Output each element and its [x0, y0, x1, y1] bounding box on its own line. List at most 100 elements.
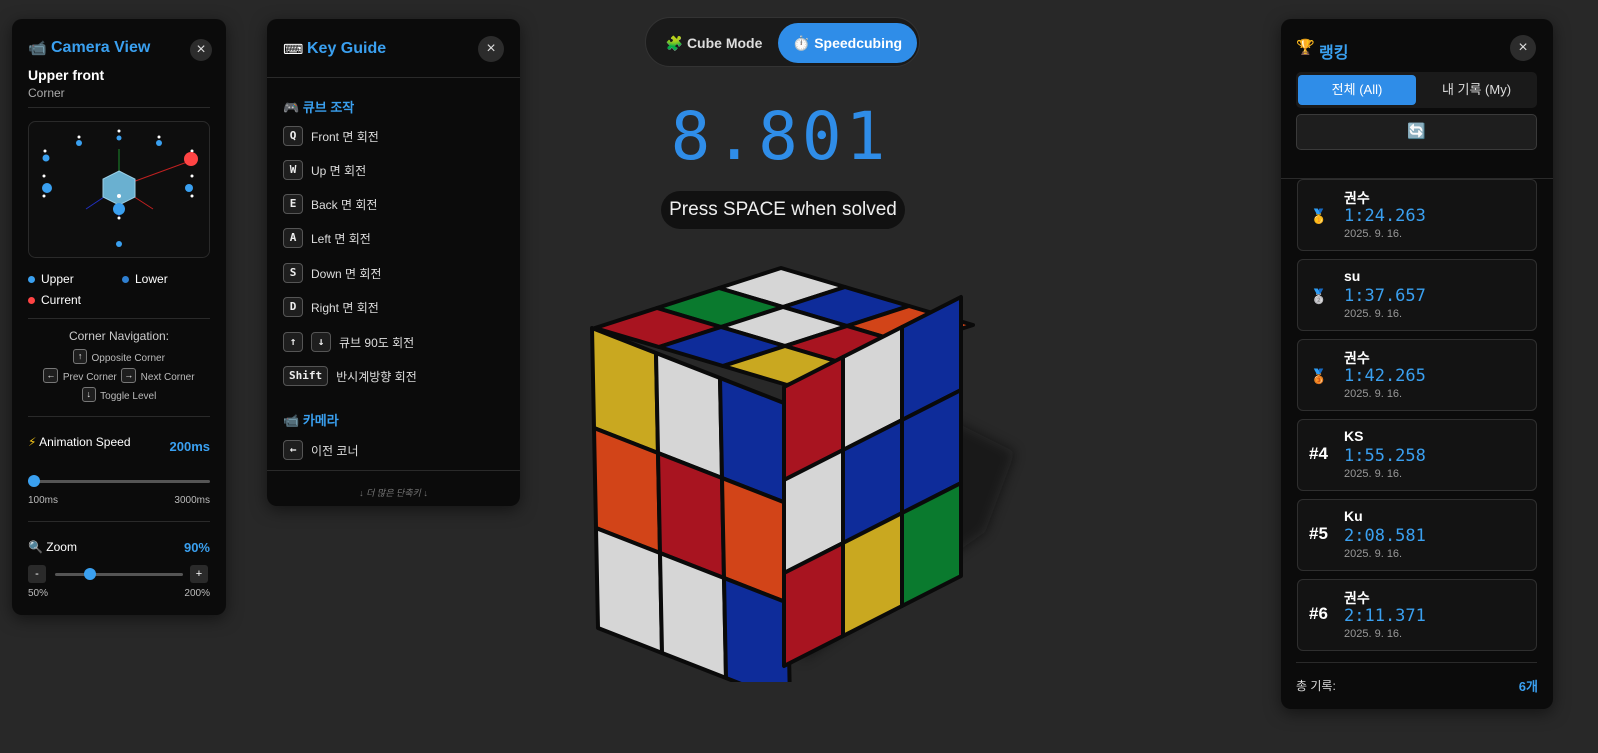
- key-row-rotate[interactable]: ↑ ↓ 큐브 90도 회전: [283, 332, 414, 352]
- rank-name: 권수: [1344, 590, 1370, 606]
- rank-entry[interactable]: 🥇 권수 1:24.263 2025. 9. 16.: [1297, 179, 1537, 251]
- zoom-max: 200%: [184, 588, 210, 599]
- corner-nav-title: Corner Navigation:: [68, 329, 170, 343]
- legend-current: Current: [28, 293, 81, 307]
- view-name: Upper front: [28, 67, 105, 83]
- rank-date: 2025. 9. 16.: [1344, 628, 1403, 640]
- key-label: Front 면 회전: [311, 129, 379, 144]
- zoom-thumb[interactable]: [83, 568, 96, 580]
- more-shortcuts-hint[interactable]: ↓ 더 많은 단축키 ↓: [267, 486, 520, 499]
- rank-date: 2025. 9. 16.: [1344, 228, 1403, 240]
- close-icon[interactable]: ×: [190, 39, 212, 61]
- rank-date: 2025. 9. 16.: [1344, 388, 1403, 400]
- rank-time: 1:55.258: [1344, 446, 1426, 466]
- zoom-min: 50%: [28, 588, 49, 599]
- key-label: Left 면 회전: [311, 231, 371, 246]
- key-label: Up 면 회전: [311, 163, 367, 178]
- rank-name: KS: [1344, 428, 1364, 444]
- rubiks-cube[interactable]: [585, 262, 1035, 682]
- nav-prev-next[interactable]: ← Prev Corner → Next Corner: [12, 367, 226, 385]
- rank-time: 2:11.371: [1344, 606, 1426, 626]
- key-row[interactable]: W Up 면 회전: [283, 160, 366, 180]
- medal-icon: 🥇: [1310, 208, 1328, 224]
- key-row[interactable]: S Down 면 회전: [283, 263, 381, 283]
- key-row[interactable]: Q Front 면 회전: [283, 126, 379, 146]
- key-cap: D: [283, 297, 303, 317]
- nav-toggle[interactable]: ↓ Toggle Level: [12, 386, 226, 404]
- zoom-in-button[interactable]: +: [190, 565, 208, 583]
- rank-number: #4: [1309, 444, 1328, 463]
- camera-section: 📹 카메라: [283, 413, 339, 428]
- zoom-slider[interactable]: [55, 568, 183, 580]
- key-cap: E: [283, 194, 303, 214]
- rank-entry[interactable]: #5 Ku 2:08.581 2025. 9. 16.: [1297, 499, 1537, 571]
- legend-lower: Lower: [122, 272, 168, 286]
- key-guide-panel: ⌨ Key Guide × 🎮 큐브 조작 Q Front 면 회전 W Up 면 회…: [267, 19, 520, 506]
- key-cap: A: [283, 228, 303, 248]
- solve-hint: Press SPACE when solved: [661, 191, 905, 229]
- ranking-title: 랭킹: [1319, 45, 1349, 62]
- rank-time: 2:08.581: [1344, 526, 1426, 546]
- anim-speed-value: 200ms: [169, 439, 210, 454]
- medal-icon: 🥉: [1310, 368, 1328, 384]
- keyboard-icon: ⌨: [283, 41, 304, 57]
- camera-icon: 📹: [283, 413, 300, 428]
- camera-panel-title: Camera View: [51, 39, 151, 56]
- anim-speed-slider[interactable]: [28, 475, 210, 487]
- refresh-button[interactable]: 🔄: [1296, 114, 1537, 150]
- zoom-value: 90%: [183, 540, 210, 555]
- key-cap: W: [283, 160, 303, 180]
- rank-name: Ku: [1344, 508, 1363, 524]
- rank-entry[interactable]: #6 권수 2:11.371 2025. 9. 16.: [1297, 579, 1537, 651]
- gamepad-icon: 🎮: [283, 100, 300, 115]
- rank-name: 권수: [1344, 350, 1370, 366]
- trophy-icon: 🏆: [1296, 39, 1315, 56]
- rank-time: 1:37.657: [1344, 286, 1426, 306]
- total-value: 6개: [1518, 679, 1538, 694]
- zoom-label: 🔍 Zoom: [28, 540, 77, 554]
- anim-max: 3000ms: [174, 495, 210, 506]
- speedcubing-button[interactable]: ⏱️ Speedcubing: [778, 23, 917, 63]
- key-cap: Q: [283, 126, 303, 146]
- rank-date: 2025. 9. 16.: [1344, 308, 1403, 320]
- cube-mode-button[interactable]: 🧩 Cube Mode: [652, 23, 776, 63]
- rank-date: 2025. 9. 16.: [1344, 548, 1403, 560]
- key-row[interactable]: E Back 면 회전: [283, 194, 377, 214]
- timer-display: 8.801: [670, 98, 890, 175]
- key-row[interactable]: D Right 면 회전: [283, 297, 379, 317]
- rank-date: 2025. 9. 16.: [1344, 468, 1403, 480]
- tab-all[interactable]: 전체 (All): [1298, 75, 1416, 105]
- key-row-camera-prev[interactable]: ← 이전 코너: [283, 440, 359, 460]
- rank-time: 1:24.263: [1344, 206, 1426, 226]
- medal-icon: 🥈: [1310, 288, 1328, 304]
- close-icon[interactable]: ×: [478, 36, 504, 62]
- camera-diagram[interactable]: [28, 121, 210, 258]
- rank-entry[interactable]: #4 KS 1:55.258 2025. 9. 16.: [1297, 419, 1537, 491]
- refresh-icon: 🔄: [1407, 123, 1426, 140]
- rank-number: #6: [1309, 604, 1328, 623]
- rank-time: 1:42.265: [1344, 366, 1426, 386]
- camera-icon: 📹: [28, 40, 47, 57]
- rank-entry[interactable]: 🥈 su 1:37.657 2025. 9. 16.: [1297, 259, 1537, 331]
- zoom-out-button[interactable]: -: [28, 565, 46, 583]
- total-label: 총 기록:: [1296, 679, 1336, 693]
- nav-opposite[interactable]: ↑ Opposite Corner: [12, 348, 226, 366]
- key-label: Back 면 회전: [311, 197, 378, 212]
- rank-name: 권수: [1344, 190, 1370, 206]
- rank-number: #5: [1309, 524, 1328, 543]
- key-row[interactable]: A Left 면 회전: [283, 228, 371, 248]
- rank-entry[interactable]: 🥉 권수 1:42.265 2025. 9. 16.: [1297, 339, 1537, 411]
- magnifier-icon: 🔍: [28, 540, 43, 554]
- anim-speed-thumb[interactable]: [28, 475, 41, 487]
- puzzle-icon: 🧩: [665, 35, 684, 51]
- ranking-panel: 🏆 랭킹 × 전체 (All) 내 기록 (My) 🔄 🥇 권수 1:24.263 2…: [1281, 19, 1553, 709]
- camera-view-panel: 📹 Camera View × Upper front Corner Upper…: [12, 19, 226, 615]
- key-row-shift[interactable]: Shift 반시계방향 회전: [283, 366, 417, 386]
- legend-upper: Upper: [28, 272, 74, 286]
- mode-toggle: 🧩 Cube Mode ⏱️ Speedcubing: [645, 17, 920, 67]
- key-guide-title: Key Guide: [307, 40, 387, 57]
- stopwatch-icon: ⏱️: [792, 35, 811, 51]
- tab-my[interactable]: 내 기록 (My): [1418, 75, 1535, 105]
- key-label: Down 면 회전: [311, 266, 382, 281]
- close-icon[interactable]: ×: [1510, 35, 1536, 61]
